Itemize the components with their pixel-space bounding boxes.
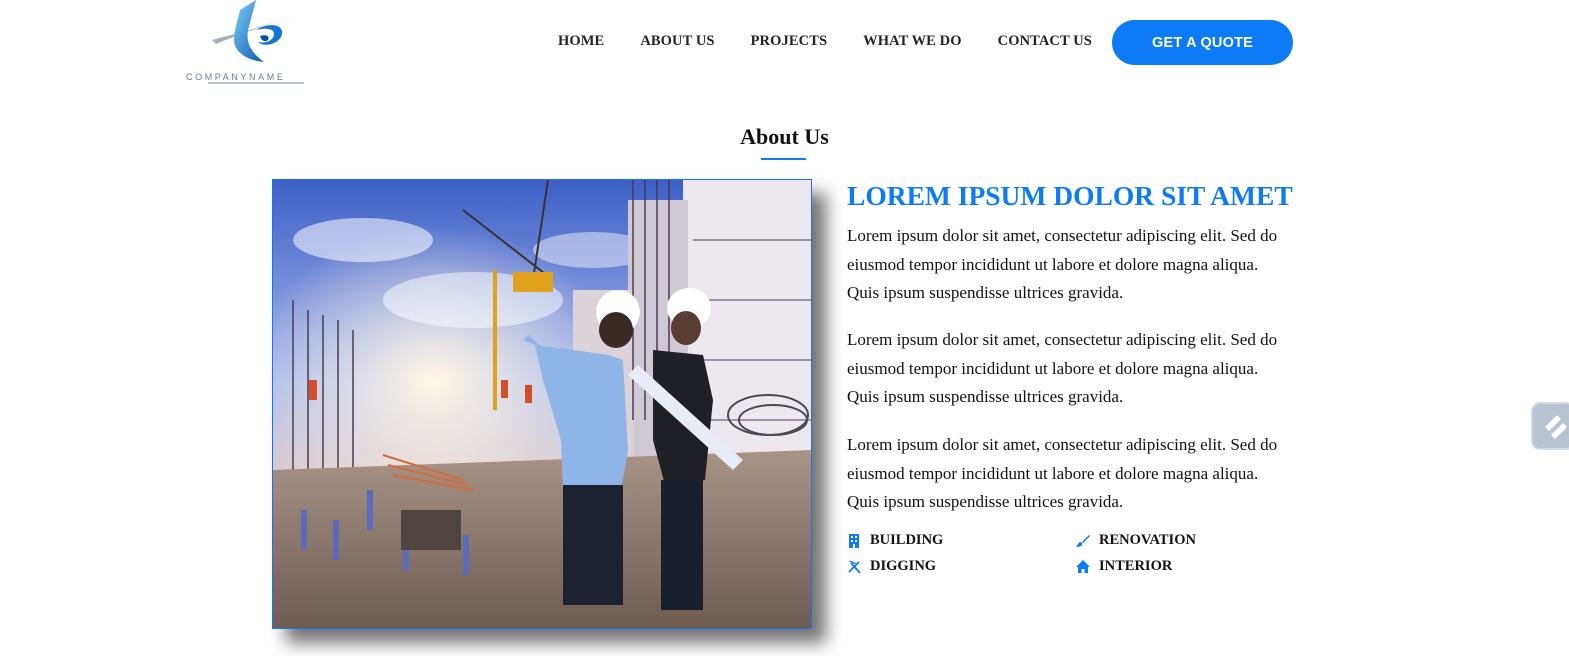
feature-interior-label: INTERIOR bbox=[1099, 558, 1173, 574]
feature-building: BUILDING bbox=[847, 532, 943, 549]
feature-digging: DIGGING bbox=[847, 558, 936, 575]
feature-digging-label: DIGGING bbox=[870, 558, 937, 574]
paint-brush-icon bbox=[1076, 534, 1090, 547]
about-paragraph-2: Lorem ipsum dolor sit amet, consectetur … bbox=[847, 330, 1278, 407]
feature-building-label: BUILDING bbox=[870, 532, 944, 548]
nav-what-we-do[interactable]: WHAT WE DO bbox=[863, 33, 962, 50]
about-paragraph-3: Lorem ipsum dolor sit amet, consectetur … bbox=[847, 435, 1278, 512]
get-a-quote-button[interactable]: GET A QUOTE bbox=[1112, 20, 1293, 65]
nav-contact-us[interactable]: CONTACT US bbox=[998, 33, 1092, 50]
hammer-pick-icon bbox=[848, 560, 861, 574]
about-paragraph-1: Lorem ipsum dolor sit amet, consectetur … bbox=[847, 226, 1278, 303]
construction-photo-illustration bbox=[273, 180, 811, 628]
main-nav: HOME ABOUT US PROJECTS WHAT WE DO CONTAC… bbox=[558, 33, 1128, 50]
widget-icon bbox=[1545, 415, 1567, 439]
nav-home[interactable]: HOME bbox=[558, 33, 604, 50]
nav-projects[interactable]: PROJECTS bbox=[751, 33, 828, 50]
home-icon bbox=[1076, 559, 1090, 573]
page: COMPANYNAME HOME ABOUT US PROJECTS WHAT … bbox=[0, 0, 1569, 656]
feature-renovation-label: RENOVATION bbox=[1099, 532, 1196, 548]
building-icon bbox=[849, 533, 859, 548]
construction-site-photo bbox=[272, 179, 812, 629]
logo-text: COMPANYNAME bbox=[186, 72, 286, 82]
nav-about-us[interactable]: ABOUT US bbox=[640, 33, 714, 50]
company-logo[interactable]: COMPANYNAME bbox=[186, 0, 326, 86]
company-logo-icon bbox=[212, 0, 298, 62]
feature-renovation: RENOVATION bbox=[1076, 532, 1196, 549]
floating-side-widget[interactable] bbox=[1531, 402, 1569, 450]
feature-interior: INTERIOR bbox=[1076, 558, 1172, 575]
logo-tagline-line bbox=[208, 82, 304, 84]
title-underline bbox=[761, 158, 806, 160]
features-list: BUILDING RENOVATION DIGGING INTERIOR bbox=[847, 532, 1307, 582]
about-headline: LOREM IPSUM DOLOR SIT AMET bbox=[847, 180, 1293, 211]
section-title: About Us bbox=[740, 124, 829, 149]
